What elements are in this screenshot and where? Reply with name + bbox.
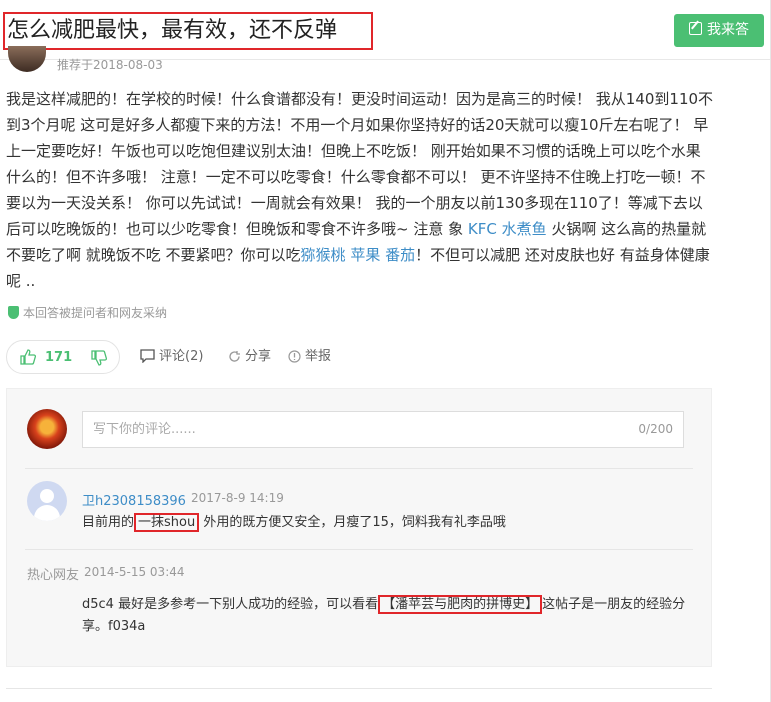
shield-check-icon bbox=[8, 306, 19, 319]
comment-text: d5c4 最好是多参考一下别人成功的经验，可以看看 【潘苹芸与肥肉的拼博史】 这帖子… bbox=[82, 594, 700, 638]
share-label: 分享 bbox=[245, 349, 272, 364]
share-button[interactable]: 分享 bbox=[228, 340, 271, 374]
comment-date: 2014-5-15 03:44 bbox=[84, 565, 185, 579]
comment-date: 2017-8-9 14:19 bbox=[191, 491, 284, 505]
thumbs-down-icon[interactable] bbox=[91, 350, 107, 366]
comment-user: 热心网友 bbox=[27, 568, 80, 583]
divider bbox=[6, 688, 712, 689]
comment-text-part: 目前用的 bbox=[82, 515, 135, 530]
answer-button[interactable]: 我来答 bbox=[674, 14, 764, 47]
like-count: 171 bbox=[45, 350, 73, 365]
vote-pill: 171 bbox=[6, 340, 120, 374]
report-label: 举报 bbox=[305, 349, 332, 364]
question-title: 怎么减肥最快，最有效，还不反弹 bbox=[3, 12, 373, 50]
edit-icon bbox=[689, 22, 702, 35]
comment-text-part: 外用的既方便又安全，月瘦了15，饲料我有礼李品哦 bbox=[199, 515, 506, 530]
comment-user[interactable]: 卫h2308158396 bbox=[82, 490, 186, 509]
highlighted-product: 一抹shou bbox=[134, 513, 200, 532]
link-fish[interactable]: 水煮鱼 bbox=[502, 220, 547, 238]
answer-content: 我是这样减肥的！在学校的时候！什么食谱都没有！更没时间运动！因为是高三的时候！ … bbox=[6, 86, 714, 294]
current-user-avatar bbox=[27, 409, 67, 449]
question-header: 怎么减肥最快，最有效，还不反弹 我来答 bbox=[0, 0, 771, 60]
comment-input-placeholder: 写下你的评论...... bbox=[93, 422, 196, 437]
thumbs-up-icon[interactable] bbox=[20, 349, 36, 365]
answer-author-avatar[interactable] bbox=[8, 46, 46, 72]
comment-input[interactable]: 写下你的评论...... 0/200 bbox=[82, 411, 684, 448]
link-kfc[interactable]: KFC bbox=[468, 220, 497, 238]
report-button[interactable]: 举报 bbox=[288, 340, 331, 374]
comment-section: 写下你的评论...... 0/200 卫h2308158396 2017-8-9… bbox=[6, 388, 712, 667]
link-kiwi[interactable]: 猕猴桃 bbox=[301, 246, 346, 264]
comment-text: 目前用的 一抹shou 外用的既方便又安全，月瘦了15，饲料我有礼李品哦 bbox=[82, 512, 506, 534]
highlighted-post-title: 【潘苹芸与肥肉的拼博史】 bbox=[378, 595, 543, 614]
comment-icon bbox=[140, 349, 155, 363]
comment-text-part: d5c4 最好是多参考一下别人成功的经验，可以看看 bbox=[82, 597, 379, 612]
divider bbox=[25, 468, 693, 469]
comment-char-counter: 0/200 bbox=[638, 422, 673, 436]
report-icon bbox=[288, 350, 301, 363]
comment-button[interactable]: 评论(2) bbox=[140, 340, 203, 374]
adopted-note: 本回答被提问者和网友采纳 bbox=[8, 304, 167, 321]
avatar[interactable] bbox=[27, 481, 67, 521]
link-apple[interactable]: 苹果 bbox=[350, 246, 380, 264]
divider bbox=[25, 549, 693, 550]
comment-label: 评论(2) bbox=[159, 349, 204, 364]
adopted-text: 本回答被提问者和网友采纳 bbox=[23, 306, 168, 320]
share-icon bbox=[229, 351, 240, 362]
link-tomato[interactable]: 番茄 bbox=[385, 246, 415, 264]
answer-button-label: 我来答 bbox=[707, 22, 749, 38]
recommend-date: 推荐于2018-08-03 bbox=[57, 58, 163, 72]
answer-text: 我是这样减肥的！在学校的时候！什么食谱都没有！更没时间运动！因为是高三的时候！ … bbox=[6, 90, 714, 238]
